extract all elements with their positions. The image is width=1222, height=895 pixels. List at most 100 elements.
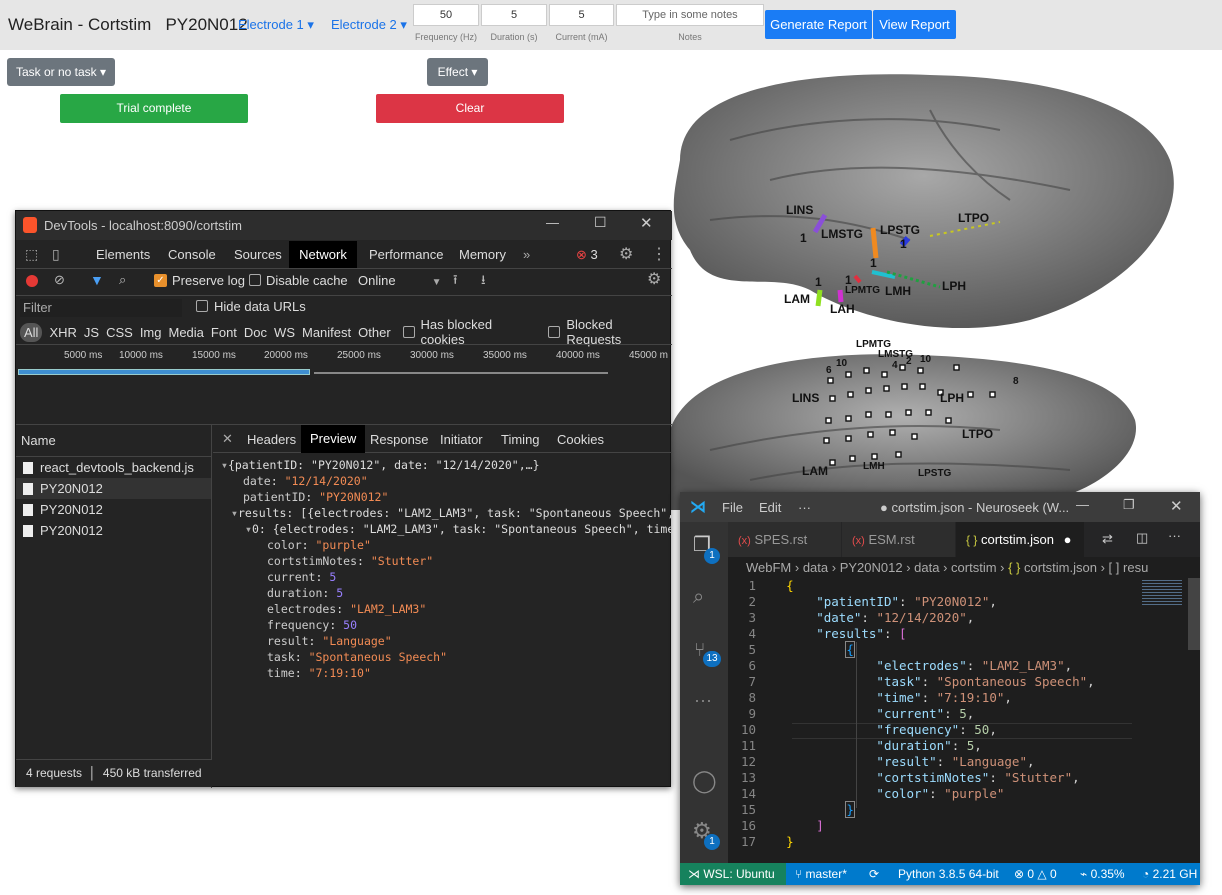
python-interpreter[interactable]: Python 3.8.5 64-bit [898,863,999,885]
type-filter[interactable]: Media [168,325,203,340]
tab-preview[interactable]: Preview [301,425,366,453]
network-overview-timeline[interactable]: 5000 ms 10000 ms 15000 ms 20000 ms 25000… [16,345,672,424]
type-filter[interactable]: Font [211,325,237,340]
extensions-more-icon[interactable]: ··· [694,690,712,711]
breadcrumb-item[interactable]: PY20N012 [840,560,903,575]
problems-indicator[interactable]: ⊗ 0 △ 0 [1014,863,1057,885]
type-filter[interactable]: Doc [244,325,267,340]
cpu-frequency[interactable]: ◔ 2.21 GH [1142,863,1197,885]
minimap[interactable] [1138,578,1200,863]
preview-item[interactable]: ▾0: {electrodes: "LAM2_LAM3", task: "Spo… [245,522,671,536]
type-filter[interactable]: Img [140,325,162,340]
network-settings-icon[interactable]: ⚙ [647,269,661,289]
type-filter[interactable]: Manifest [302,325,351,340]
cpu-usage[interactable]: ⌁ 0.35% [1080,863,1125,885]
clear-log-icon[interactable]: ⊘ [54,272,65,288]
minimize-icon[interactable]: — [1076,497,1089,512]
tab-network[interactable]: Network [289,241,357,268]
tab-headers[interactable]: Headers [247,432,296,447]
breadcrumb-item[interactable]: WebFM [746,560,791,575]
inspect-icon[interactable]: ⬚ [25,246,38,263]
code-line[interactable]: 5 { [728,641,855,658]
import-har-icon[interactable]: ⭱ [453,271,458,293]
tab-esm[interactable]: (x) ESM.rst [842,522,955,557]
breadcrumb-item[interactable]: cortstim [951,560,997,575]
effect-dropdown[interactable]: Effect ▾ [427,58,488,86]
settings-gear-icon[interactable]: ⚙ [619,244,633,264]
menu-more[interactable]: ··· [798,500,811,515]
code-line[interactable]: 16 ] [728,818,824,834]
tab-sources[interactable]: Sources [234,241,282,268]
split-editor-icon[interactable]: ◫ [1136,530,1148,546]
type-filter[interactable]: JS [84,325,99,340]
throttle-select[interactable]: Online ▼ [358,273,441,288]
duration-input[interactable]: 5 [481,4,547,26]
generate-report-button[interactable]: Generate Report [765,10,872,39]
kebab-menu-icon[interactable]: ⋮ [651,244,667,264]
breadcrumb-item[interactable]: cortstim.json [1024,560,1097,575]
current-input[interactable]: 5 [549,4,614,26]
menu-file[interactable]: File [722,500,743,515]
export-har-icon[interactable]: ⭳ [481,271,486,293]
tab-spes[interactable]: (x) SPES.rst [728,522,841,557]
trial-complete-button[interactable]: Trial complete [60,94,248,123]
code-line[interactable]: 2 "patientID": "PY20N012", [728,594,996,610]
account-icon[interactable]: ◯ [692,768,717,794]
tab-console[interactable]: Console [168,241,216,268]
code-line[interactable]: 11 "duration": 5, [728,738,982,754]
code-line[interactable]: 1 { [728,578,793,594]
editor-more-icon[interactable]: ··· [1168,528,1181,543]
search-icon[interactable]: ⌕ [693,586,704,609]
task-dropdown[interactable]: Task or no task ▾ [7,58,115,86]
notes-input[interactable]: Type in some notes [616,4,764,26]
tab-performance[interactable]: Performance [369,241,443,268]
preview-root[interactable]: ▾{patientID: "PY20N012", date: "12/14/20… [221,458,540,472]
compare-icon[interactable]: ⇄ [1102,531,1113,547]
record-icon[interactable] [26,275,38,287]
disable-cache-checkbox[interactable] [249,274,261,286]
code-line[interactable]: 9 "current": 5, [728,706,974,722]
request-row[interactable]: PY20N012 [16,478,211,499]
frequency-input[interactable]: 50 [413,4,479,26]
remote-indicator[interactable]: ⋊ WSL: Ubuntu [680,863,786,885]
request-row[interactable]: PY20N012 [16,499,211,520]
preserve-log-checkbox[interactable]: ✓ [154,274,167,287]
scrollbar-thumb[interactable] [1188,578,1200,650]
blocked-cookies-checkbox[interactable] [402,326,415,338]
breadcrumb-item[interactable]: resu [1123,560,1148,575]
close-icon[interactable]: ✕ [1170,497,1183,515]
tab-memory[interactable]: Memory [459,241,506,268]
electrode-1-dropdown[interactable]: Electrode 1 ▾ [238,17,314,33]
error-count[interactable]: ⊗ 3 [576,241,598,268]
maximize-icon[interactable]: ☐ [594,214,607,231]
code-line[interactable]: 6 "electrodes": "LAM2_LAM3", [728,658,1072,674]
tab-timing[interactable]: Timing [501,432,540,447]
close-icon[interactable]: ✕ [640,214,653,232]
tab-initiator[interactable]: Initiator [440,432,483,447]
minimize-icon[interactable]: — [546,215,559,230]
more-tabs-icon[interactable]: » [523,241,530,268]
code-line[interactable]: 17 } [728,834,794,850]
name-column-header[interactable]: Name [16,425,211,457]
blocked-requests-checkbox[interactable] [548,326,561,338]
code-line[interactable]: 8 "time": "7:19:10", [728,690,1011,706]
type-filter[interactable]: WS [274,325,295,340]
code-line[interactable]: 10 "frequency": 50, [728,722,997,738]
hide-data-urls-checkbox[interactable] [196,300,208,312]
breadcrumb-item[interactable]: { } [1008,560,1020,575]
breadcrumb-item[interactable]: [ ] [1109,560,1120,575]
view-report-button[interactable]: View Report [873,10,956,39]
code-line[interactable]: 7 "task": "Spontaneous Speech", [728,674,1094,690]
request-row[interactable]: PY20N012 [16,520,211,541]
type-filter[interactable]: Other [358,325,391,340]
breadcrumb-item[interactable]: data [803,560,828,575]
tab-cookies[interactable]: Cookies [557,432,604,447]
search-icon[interactable]: ⌕ [119,272,126,288]
code-line[interactable]: 14 "color": "purple" [728,786,1004,802]
electrode-2-dropdown[interactable]: Electrode 2 ▾ [331,17,407,33]
code-editor[interactable]: 1 {2 "patientID": "PY20N012", 3 "date": "… [728,578,1138,863]
close-detail-icon[interactable]: ✕ [222,431,233,447]
code-line[interactable]: 15 } [728,801,855,818]
sync-icon[interactable]: ⟳ [869,863,879,885]
code-line[interactable]: 13 "cortstimNotes": "Stutter", [728,770,1080,786]
